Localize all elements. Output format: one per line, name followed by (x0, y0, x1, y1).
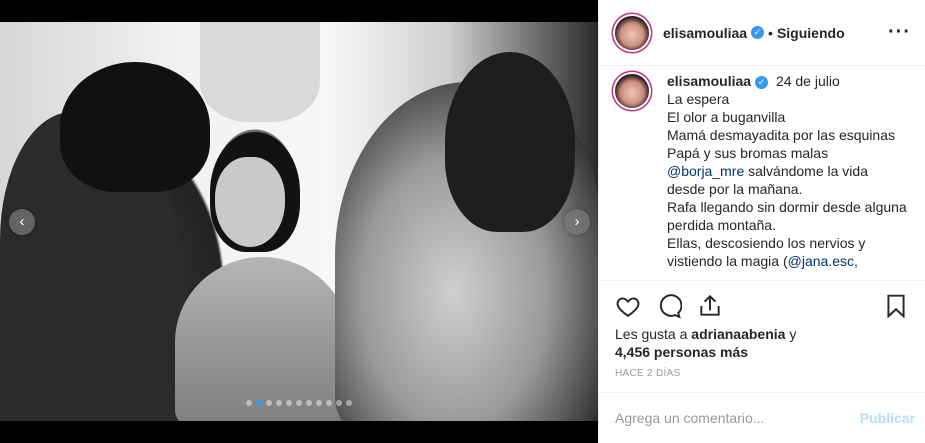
caption-section: elisamouliaa ✓ 24 de julio La espera El o… (599, 66, 925, 280)
following-button[interactable]: Siguiendo (777, 25, 845, 41)
chevron-right-icon: › (574, 213, 580, 230)
carousel-dot (336, 400, 342, 406)
post-side-panel: elisamouliaa ✓ • Siguiendo ··· elisamoul… (598, 0, 925, 443)
carousel-dot (276, 400, 282, 406)
verified-badge-icon: ✓ (751, 26, 765, 39)
caption-line: La espera (667, 91, 730, 107)
likes-summary: Les gusta a adrianaabenia y 4,456 person… (615, 325, 909, 361)
carousel-dot (306, 400, 312, 406)
caption-text: elisamouliaa ✓ 24 de julio La espera El o… (667, 72, 909, 280)
chevron-left-icon: ‹ (19, 213, 25, 230)
caption-line: Papá y sus bromas malas (667, 145, 829, 161)
save-button[interactable] (883, 293, 909, 324)
action-bar (599, 280, 925, 325)
caption-avatar[interactable] (615, 74, 649, 108)
caption-trail: , (853, 253, 858, 269)
verified-badge-icon: ✓ (755, 76, 769, 89)
share-icon (700, 294, 720, 316)
carousel-dot (326, 400, 332, 406)
separator-dot: • (768, 24, 773, 41)
share-button[interactable] (697, 293, 723, 324)
comment-input[interactable] (615, 410, 860, 426)
comment-form: Publicar (599, 392, 925, 443)
post-header: elisamouliaa ✓ • Siguiendo ··· (599, 0, 925, 66)
comment-button[interactable] (656, 293, 683, 324)
username-link[interactable]: elisamouliaa (663, 25, 747, 41)
carousel-dot (256, 400, 262, 406)
liker-link[interactable]: adrianaabenia (691, 326, 785, 342)
photo-figure-bride-body (175, 257, 350, 421)
carousel-prev-button[interactable]: ‹ (9, 209, 35, 235)
likes-others-link[interactable]: 4,456 personas más (615, 344, 748, 360)
post-photo[interactable]: ‹ › (0, 22, 598, 421)
caption-line: El olor a buganvilla (667, 109, 786, 125)
carousel-dot (266, 400, 272, 406)
likes-prefix: Les gusta a (615, 326, 688, 342)
photo-figure-hair (60, 62, 210, 192)
caption-line: Mamá desmayadita por las esquinas (667, 127, 896, 143)
carousel-dot (286, 400, 292, 406)
comment-icon (659, 293, 683, 318)
photo-figure-bride-face (215, 157, 285, 247)
photo-figure-foreground-hair (445, 52, 575, 232)
more-options-icon[interactable]: ··· (888, 21, 911, 44)
mention-link[interactable]: @borja_mre (667, 163, 744, 179)
like-button[interactable] (615, 293, 641, 324)
avatar[interactable] (615, 15, 649, 50)
photo-figure-top (200, 22, 320, 122)
caption-line: Rafa llegando sin dormir desde alguna pe… (667, 199, 907, 233)
carousel-dot (346, 400, 352, 406)
carousel-dot (246, 400, 252, 406)
post-timestamp[interactable]: HACE 2 DÍAS (615, 368, 681, 379)
bookmark-icon (887, 294, 905, 319)
carousel-dot (296, 400, 302, 406)
heart-icon (616, 296, 640, 317)
mention-link[interactable]: @jana.esc (788, 253, 854, 269)
caption-username-link[interactable]: elisamouliaa (667, 73, 751, 89)
publish-button[interactable]: Publicar (860, 410, 915, 426)
caption-date: 24 de julio (775, 73, 840, 89)
carousel-dot (316, 400, 322, 406)
carousel-indicator (0, 400, 598, 406)
carousel-next-button[interactable]: › (564, 209, 590, 235)
likes-joiner: y (789, 326, 797, 342)
